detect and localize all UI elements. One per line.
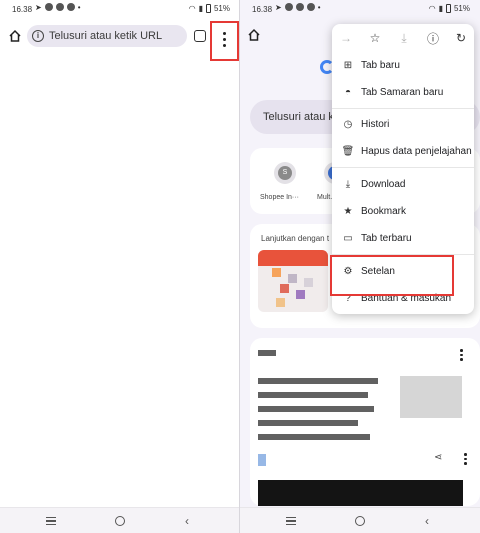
menu-item-bookmarks[interactable]: ★ Bookmark bbox=[332, 200, 474, 222]
browser-toolbar: i Telusuri atau ketik URL bbox=[0, 20, 240, 52]
home-icon bbox=[9, 29, 21, 42]
system-nav-bar: ‹ bbox=[240, 507, 480, 533]
more-vert-icon[interactable] bbox=[464, 453, 467, 465]
system-icons: ◠ ▮ 51% bbox=[189, 4, 230, 13]
omnibox[interactable]: i Telusuri atau ketik URL bbox=[27, 25, 187, 47]
notification-icon bbox=[44, 3, 53, 11]
signal-icon: ▮ bbox=[198, 4, 203, 13]
recents-button[interactable] bbox=[46, 517, 56, 526]
devices-icon: ▭ bbox=[343, 232, 353, 244]
menu-item-history[interactable]: ◷ Histori bbox=[332, 113, 474, 135]
nav-home-button[interactable] bbox=[355, 516, 365, 526]
system-icons: ◠ ▮ 51% bbox=[429, 4, 470, 13]
settings-highlight bbox=[330, 255, 454, 296]
menu-item-incognito[interactable]: ◓ Tab Samaran baru bbox=[332, 81, 474, 103]
battery-icon bbox=[205, 4, 211, 13]
feed-image bbox=[258, 480, 463, 506]
telegram-icon: ➤ bbox=[275, 3, 282, 12]
notification-icons: ➤ • bbox=[35, 3, 81, 12]
trash-icon: 🗑 bbox=[341, 145, 355, 157]
reload-icon[interactable]: ↻ bbox=[452, 29, 470, 47]
notification-icon bbox=[284, 3, 293, 11]
battery-level: 51% bbox=[213, 4, 230, 13]
feed-thumbnail bbox=[400, 376, 462, 418]
more-vert-icon[interactable] bbox=[460, 349, 463, 361]
omnibox-placeholder: Telusuri atau ketik URL bbox=[49, 30, 163, 42]
signal-icon: ▮ bbox=[438, 4, 443, 13]
back-button[interactable]: ‹ bbox=[425, 515, 429, 527]
home-button[interactable] bbox=[6, 27, 24, 45]
page-info-icon[interactable]: ⓘ bbox=[424, 29, 442, 47]
star-icon: ★ bbox=[343, 205, 353, 217]
ntp-search-placeholder: Telusuri atau ke bbox=[263, 111, 341, 123]
more-notifications-icon: • bbox=[317, 3, 321, 12]
feed-card: ⋖ bbox=[250, 338, 480, 506]
download-page-icon[interactable]: ⤓ bbox=[395, 29, 413, 47]
wifi-icon: ◠ bbox=[428, 4, 436, 13]
notification-icons: ➤ • bbox=[275, 3, 321, 12]
recents-button[interactable] bbox=[286, 517, 296, 526]
share-icon[interactable]: ⋖ bbox=[434, 452, 442, 463]
shortcut-favicon: S bbox=[278, 166, 292, 180]
menu-item-new-tab[interactable]: ⊞ Tab baru bbox=[332, 54, 474, 76]
left-screen: 16.38 ➤ • ◠ ▮ 51% i Telusuri atau ketik … bbox=[0, 0, 240, 533]
menu-item-label: Hapus data penjelajahan bbox=[361, 145, 472, 157]
status-bar: 16.38 ➤ • ◠ ▮ 51% bbox=[240, 0, 480, 18]
forward-icon[interactable]: → bbox=[337, 29, 355, 47]
status-time: 16.38 bbox=[252, 5, 273, 14]
battery-icon bbox=[445, 4, 451, 13]
notification-icon bbox=[55, 3, 64, 11]
menu-item-label: Tab Samaran baru bbox=[361, 86, 444, 98]
wifi-icon: ◠ bbox=[188, 4, 196, 13]
menu-item-clear-data[interactable]: 🗑 Hapus data penjelajahan bbox=[332, 140, 474, 162]
tab-switcher-button[interactable] bbox=[194, 30, 206, 42]
telegram-icon: ➤ bbox=[35, 3, 42, 12]
menu-item-label: Bookmark bbox=[361, 205, 407, 217]
shortcut-tile[interactable]: S bbox=[274, 162, 296, 184]
notification-icon bbox=[295, 3, 304, 11]
menu-button-highlight bbox=[210, 21, 239, 61]
new-tab-icon: ⊞ bbox=[343, 59, 353, 71]
menu-item-label: Tab terbaru bbox=[361, 232, 412, 244]
battery-level: 51% bbox=[453, 4, 470, 13]
download-icon: ⤓ bbox=[345, 178, 351, 190]
menu-item-downloads[interactable]: ⤓ Download bbox=[332, 173, 474, 195]
tab-thumbnail[interactable] bbox=[258, 250, 328, 312]
menu-action-row: → ☆ ⤓ ⓘ ↻ bbox=[332, 24, 474, 52]
more-notifications-icon: • bbox=[77, 3, 81, 12]
menu-item-label: Tab baru bbox=[361, 59, 400, 71]
history-icon: ◷ bbox=[343, 118, 353, 130]
menu-item-label: Download bbox=[361, 178, 406, 190]
status-bar: 16.38 ➤ • ◠ ▮ 51% bbox=[0, 0, 240, 18]
home-button[interactable] bbox=[247, 28, 261, 47]
continue-title: Lanjutkan dengan t bbox=[261, 234, 330, 243]
menu-item-recent-tabs[interactable]: ▭ Tab terbaru bbox=[332, 227, 474, 249]
home-icon bbox=[248, 28, 260, 41]
menu-separator bbox=[332, 167, 474, 168]
bookmark-star-icon[interactable]: ☆ bbox=[366, 29, 384, 47]
incognito-icon: ◓ bbox=[344, 86, 352, 98]
menu-item-label: Histori bbox=[361, 118, 390, 130]
notification-icon bbox=[306, 3, 315, 11]
notification-icon bbox=[66, 3, 75, 11]
shortcut-label: Shopee In··· bbox=[260, 194, 299, 201]
info-icon[interactable]: i bbox=[32, 30, 44, 42]
system-nav-bar: ‹ bbox=[0, 507, 240, 533]
status-time: 16.38 bbox=[12, 5, 33, 14]
back-button[interactable]: ‹ bbox=[185, 515, 189, 527]
nav-home-button[interactable] bbox=[115, 516, 125, 526]
menu-separator bbox=[332, 108, 474, 109]
